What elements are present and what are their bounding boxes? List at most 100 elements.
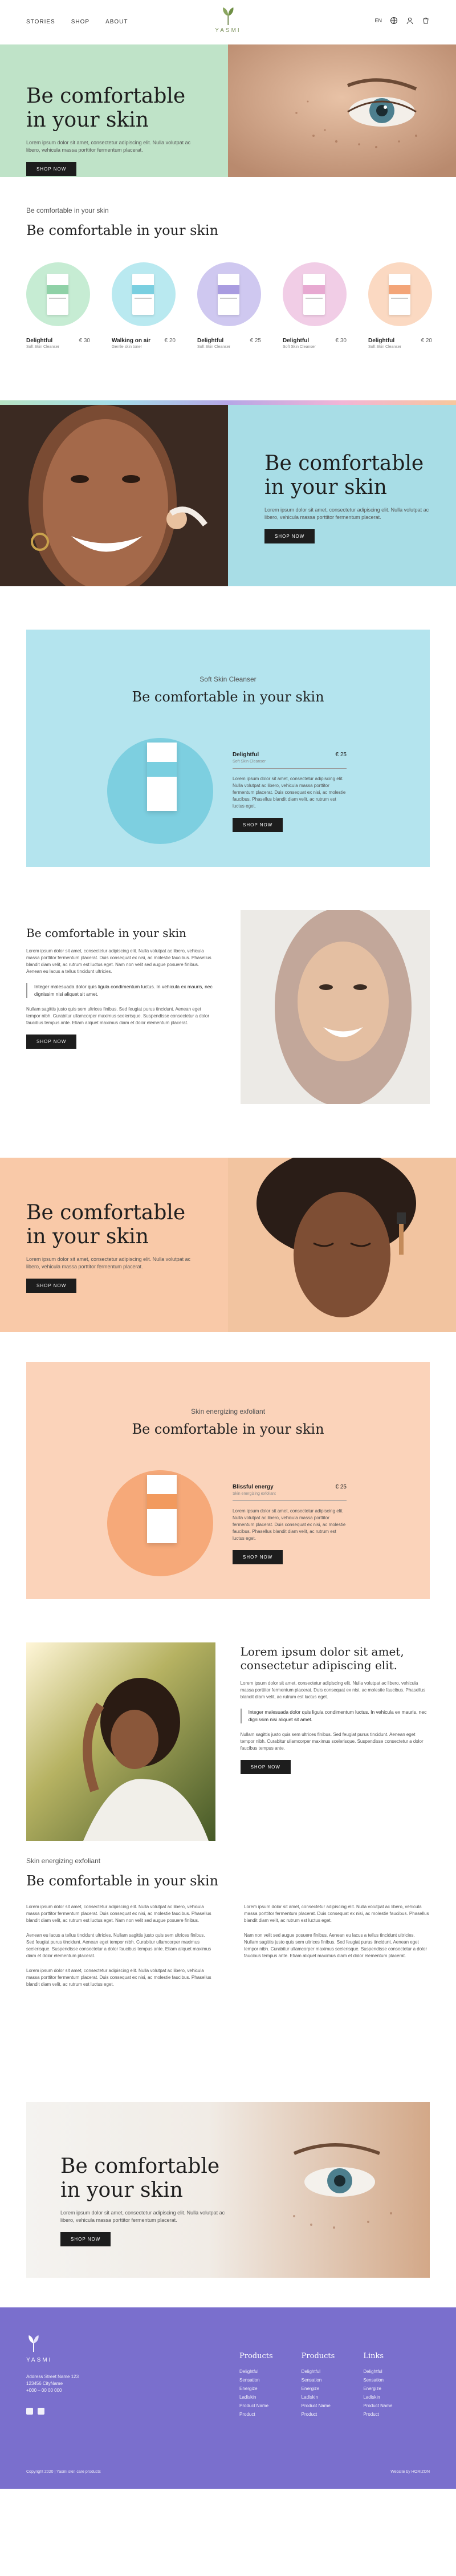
footer-link[interactable]: Product Name [239, 2401, 273, 2410]
leaf-logo-icon [222, 7, 234, 25]
hero-3-title-line1: Be comfortable [26, 1201, 186, 1224]
hero-2-body: Lorem ipsum dolor sit amet, consectetur … [264, 507, 429, 520]
featured-1-note: Soft Skin Cleanser [233, 760, 347, 769]
hero-section-1: Be comfortable in your skin Lorem ipsum … [0, 44, 456, 177]
hero-3-shop-button[interactable]: SHOP NOW [26, 1279, 77, 1293]
credit-link[interactable]: Website by HORIZON [390, 2470, 430, 2474]
nav-about[interactable]: ABOUT [105, 19, 128, 25]
product-card[interactable]: Delightful € 25 Soft Skin Cleanser [197, 262, 261, 349]
brand-logo[interactable]: YASMI [215, 6, 241, 34]
footer-link[interactable]: Delightful [363, 2367, 392, 2376]
hero-1-title-line2: in your skin [26, 108, 149, 132]
featured-2-shop-button[interactable]: SHOP NOW [233, 1550, 283, 1564]
article-1-quote: Integer malesuada dolor quis ligula cond… [26, 983, 215, 998]
copyright-text: Copyright 2020 | Yasmi skin care product… [26, 2470, 101, 2474]
footer-link[interactable]: Product [239, 2410, 273, 2419]
footer-bottom-bar: Copyright 2020 | Yasmi skin care product… [26, 2470, 430, 2474]
hero-4-banner: Be comfortable in your skin Lorem ipsum … [26, 2102, 430, 2278]
hero-2-title-line2: in your skin [264, 476, 387, 499]
product-price: € 30 [335, 338, 347, 344]
hero-section-2: Be comfortable in your skin Lorem ipsum … [0, 405, 456, 586]
product-card[interactable]: Delightful € 30 Soft Skin Cleanser [283, 262, 347, 349]
footer-link[interactable]: Ladiskin [239, 2393, 273, 2401]
featured-2-name: Blissful energy [233, 1484, 274, 1490]
account-icon[interactable] [406, 17, 414, 25]
woman-hijab-photo [240, 910, 430, 1104]
article-1-paragraph-1: Lorem ipsum dolor sit amet, consectetur … [26, 948, 211, 974]
product-name: Walking on air [112, 338, 150, 344]
product-card[interactable]: Walking on air € 20 Gentle skin toner [112, 262, 176, 349]
hero-1-body: Lorem ipsum dolor sit amet, consectetur … [26, 140, 191, 153]
article-2-shop-button[interactable]: SHOP NOW [240, 1760, 291, 1774]
footer-link[interactable]: Sensation [239, 2376, 273, 2384]
products-subtitle: Be comfortable in your skin [26, 206, 109, 214]
globe-icon[interactable] [390, 17, 398, 25]
text-columns-subtitle: Skin energizing exfoliant [26, 1857, 101, 1865]
footer-link[interactable]: Ladiskin [363, 2393, 392, 2401]
hero-1-title-line1: Be comfortable [26, 84, 186, 108]
cart-icon[interactable] [422, 17, 430, 25]
text-column-right: Lorem ipsum dolor sit amet, consectetur … [244, 1904, 430, 1996]
product-card[interactable]: Delightful € 30 Soft Skin Cleanser [26, 262, 90, 349]
facebook-icon[interactable] [38, 2408, 44, 2415]
article-1-photo [240, 910, 430, 1130]
product-image [197, 262, 261, 326]
article-2-photo [26, 1642, 216, 1857]
footer-link[interactable]: Energize [302, 2384, 335, 2393]
text-column-left: Lorem ipsum dolor sit amet, consectetur … [26, 1904, 212, 1996]
main-nav: STORIES SHOP ABOUT [26, 19, 128, 25]
hero-section-4: Be comfortable in your skin Lorem ipsum … [0, 2102, 456, 2307]
article-2-paragraph-2: Nullam sagittis justo quis sem ultrices … [240, 1732, 424, 1751]
article-1-paragraph-2: Nullam sagittis justo quis sem ultrices … [26, 1007, 210, 1025]
footer-link[interactable]: Energize [363, 2384, 392, 2393]
product-price: € 20 [421, 338, 432, 344]
product-note: Gentle skin toner [112, 345, 142, 349]
product-image [283, 262, 347, 326]
product-price: € 20 [164, 338, 176, 344]
brand-name: YASMI [215, 27, 241, 34]
article-1-title: Be comfortable in your skin [26, 926, 186, 940]
footer-link[interactable]: Product Name [363, 2401, 392, 2410]
dropper-woman-photo [228, 1158, 456, 1332]
article-section-2: Lorem ipsum dolor sit amet, consectetur … [0, 1642, 456, 1857]
hero-3-photo [228, 1158, 456, 1332]
footer-link[interactable]: Product [302, 2410, 335, 2419]
footer-link[interactable]: Energize [239, 2384, 273, 2393]
site-footer: YASMI Address Street Name 123 123456 Cit… [0, 2307, 456, 2489]
product-list-section: Be comfortable in your skin Be comfortab… [0, 177, 456, 400]
hero-3-text-panel: Be comfortable in your skin Lorem ipsum … [0, 1158, 228, 1332]
featured-product-card-2: Skin energizing exfoliant Be comfortable… [26, 1362, 430, 1599]
featured-product-section-2: Skin energizing exfoliant Be comfortable… [0, 1332, 456, 1642]
featured-1-shop-button[interactable]: SHOP NOW [233, 818, 283, 832]
outdoor-woman-photo [26, 1642, 216, 1841]
hero-1-shop-button[interactable]: SHOP NOW [26, 162, 77, 176]
smiling-woman-photo [0, 405, 228, 586]
footer-column-title: Links [363, 2352, 384, 2360]
product-image [112, 262, 176, 326]
text-paragraph: Lorem ipsum dolor sit amet, consectetur … [26, 1968, 211, 1987]
nav-shop[interactable]: SHOP [71, 19, 89, 25]
footer-link[interactable]: Ladiskin [302, 2393, 335, 2401]
product-image [368, 262, 432, 326]
article-2-quote: Integer malesuada dolor quis ligula cond… [240, 1709, 430, 1723]
footer-link[interactable]: Delightful [239, 2367, 273, 2376]
product-card[interactable]: Delightful € 20 Soft Skin Cleanser [368, 262, 432, 349]
article-2-title: Lorem ipsum dolor sit amet, consectetur … [240, 1645, 404, 1672]
article-1-shop-button[interactable]: SHOP NOW [26, 1035, 77, 1049]
hero-4-text: Be comfortable in your skin Lorem ipsum … [60, 2155, 226, 2246]
footer-link[interactable]: Sensation [363, 2376, 392, 2384]
featured-2-subtitle: Skin energizing exfoliant [190, 1407, 266, 1415]
nav-stories[interactable]: STORIES [26, 19, 55, 25]
hero-4-shop-button[interactable]: SHOP NOW [60, 2232, 111, 2246]
freckled-eye-photo [228, 44, 456, 177]
product-name: Delightful [283, 338, 310, 344]
footer-link[interactable]: Delightful [302, 2367, 335, 2376]
language-selector[interactable]: EN [374, 18, 382, 23]
product-note: Soft Skin Cleanser [368, 345, 401, 349]
instagram-icon[interactable] [26, 2408, 33, 2415]
hero-2-shop-button[interactable]: SHOP NOW [264, 529, 315, 543]
footer-link[interactable]: Product Name [302, 2401, 335, 2410]
footer-link[interactable]: Sensation [302, 2376, 335, 2384]
product-name: Delightful [197, 338, 224, 344]
footer-link[interactable]: Product [363, 2410, 392, 2419]
